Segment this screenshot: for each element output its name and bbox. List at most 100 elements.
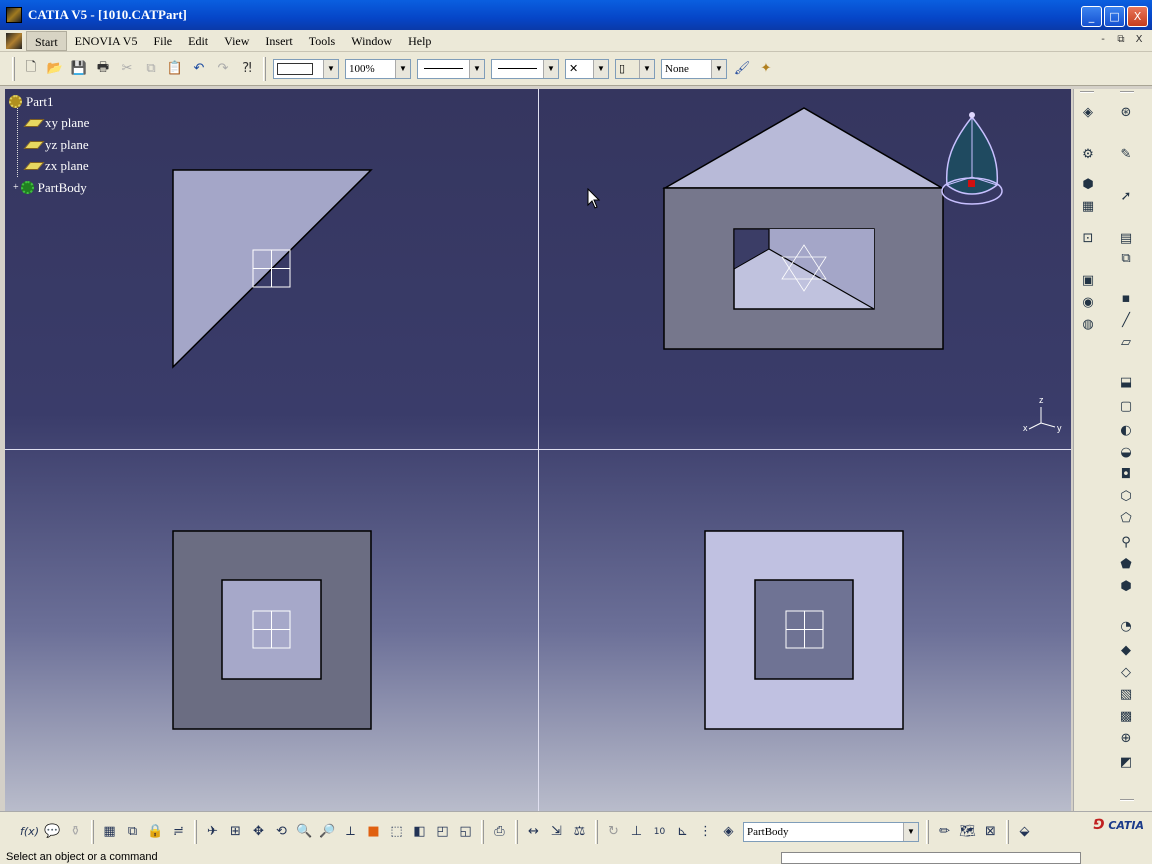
menu-window[interactable]: Window: [343, 31, 400, 51]
pad-icon[interactable]: ⬓: [1117, 373, 1135, 391]
doc-minimize-button[interactable]: -: [1096, 33, 1110, 47]
copy-paste-icon[interactable]: ⧉: [1117, 249, 1135, 267]
close-button[interactable]: X: [1127, 6, 1148, 27]
update-icon[interactable]: ↻: [604, 822, 624, 842]
undo-icon[interactable]: ↶: [189, 59, 209, 79]
rib-icon[interactable]: ⬡: [1117, 487, 1135, 505]
slot-icon[interactable]: ⬠: [1117, 509, 1135, 527]
point-icon[interactable]: ▪: [1117, 289, 1135, 307]
equation-icon[interactable]: ≓: [169, 822, 189, 842]
transparency-combo[interactable]: 100% ▼: [345, 58, 411, 79]
formula-icon[interactable]: f(x): [20, 822, 40, 842]
sketch-icon[interactable]: ◈: [1079, 103, 1097, 121]
point-symbol-combo[interactable]: ✕ ▼: [565, 58, 609, 79]
cut-icon[interactable]: ✂: [117, 59, 137, 79]
pocket-icon[interactable]: ▢: [1117, 397, 1135, 415]
swap-space-icon[interactable]: ◱: [456, 822, 476, 842]
measure-icon[interactable]: ◍: [1079, 315, 1097, 333]
redo-icon[interactable]: ↷: [213, 59, 233, 79]
chevron-down-icon[interactable]: ▼: [469, 59, 484, 78]
maximize-button[interactable]: □: [1104, 6, 1125, 27]
parameters-icon[interactable]: ⚙: [1079, 145, 1097, 163]
constraint-icon[interactable]: ⊾: [673, 822, 693, 842]
render-icon[interactable]: ◉: [1079, 293, 1097, 311]
grid-icon[interactable]: ▤: [1117, 229, 1135, 247]
loft-icon[interactable]: ⬟: [1117, 555, 1135, 573]
toolbar-grip[interactable]: [263, 56, 266, 81]
compass-icon[interactable]: [937, 107, 1007, 207]
zoom-out-icon[interactable]: 🔎: [318, 822, 338, 842]
pattern-icon[interactable]: ▦: [1079, 197, 1097, 215]
analysis-icon[interactable]: ▣: [1079, 271, 1097, 289]
chevron-down-icon[interactable]: ▼: [711, 59, 726, 78]
toolbar-grip[interactable]: [926, 819, 929, 844]
measure-item-icon[interactable]: ⇲: [547, 822, 567, 842]
linetype-combo[interactable]: ▼: [491, 58, 559, 79]
remove-face-icon[interactable]: ◩: [1117, 753, 1135, 771]
plane-icon[interactable]: ▱: [1117, 333, 1135, 351]
tree-item-yz-plane[interactable]: yz plane: [9, 134, 89, 156]
groove-icon[interactable]: ◒: [1117, 443, 1135, 461]
table-icon[interactable]: ▦: [100, 822, 120, 842]
apply-material-bottom-icon[interactable]: ⬙: [1015, 822, 1035, 842]
shell-icon[interactable]: ▧: [1117, 685, 1135, 703]
chevron-down-icon[interactable]: ▼: [903, 822, 918, 841]
color-combo[interactable]: ▼: [273, 58, 339, 79]
lock-icon[interactable]: 🔒: [146, 822, 166, 842]
menu-file[interactable]: File: [145, 31, 180, 51]
measure-between-icon[interactable]: ↔: [524, 822, 544, 842]
window-titlebar[interactable]: CATIA V5 - [1010.CATPart] _ □ X: [0, 0, 1152, 30]
tree-item-zx-plane[interactable]: zx plane: [9, 156, 89, 178]
3d-viewport[interactable]: Part1 xy plane yz plane zx plane + PartB…: [5, 89, 1071, 811]
analysis-tools-icon[interactable]: ⊠: [981, 822, 1001, 842]
linewidth-combo[interactable]: ▼: [417, 58, 485, 79]
remove-loft-icon[interactable]: ⬢: [1117, 577, 1135, 595]
doc-close-button[interactable]: X: [1132, 33, 1146, 47]
doc-restore-button[interactable]: ⧉: [1114, 33, 1128, 47]
tree-root[interactable]: Part1: [9, 91, 89, 113]
chevron-down-icon[interactable]: ▼: [639, 59, 654, 78]
line-icon[interactable]: ╱: [1117, 311, 1135, 329]
toolbar-grip[interactable]: [481, 819, 484, 844]
toolbar-grip[interactable]: [1006, 819, 1009, 844]
sketcher-icon[interactable]: ⊛: [1117, 103, 1135, 121]
hierarchy-icon[interactable]: ⧉: [123, 822, 143, 842]
stiffener-icon[interactable]: ⚲: [1117, 533, 1135, 551]
map-icon[interactable]: 🗺: [958, 822, 978, 842]
chevron-down-icon[interactable]: ▼: [323, 59, 338, 78]
toolbar-grip[interactable]: [91, 819, 94, 844]
chevron-down-icon[interactable]: ▼: [593, 59, 608, 78]
select-icon[interactable]: ➚: [1117, 187, 1135, 205]
work-object-icon[interactable]: ◈: [719, 822, 739, 842]
chevron-down-icon[interactable]: ▼: [395, 59, 410, 78]
chevron-down-icon[interactable]: ▼: [543, 59, 558, 78]
catalog-icon[interactable]: ⎙: [490, 822, 510, 842]
fillet-icon[interactable]: ◔: [1117, 617, 1135, 635]
roof-face[interactable]: [662, 107, 945, 189]
tree-item-xy-plane[interactable]: xy plane: [9, 113, 89, 135]
fit-all-icon[interactable]: ⊡: [1079, 229, 1097, 247]
paste-icon[interactable]: 📋: [165, 59, 185, 79]
rotate-icon[interactable]: ⟲: [272, 822, 292, 842]
document-icon[interactable]: [6, 32, 22, 49]
toolbar-grip[interactable]: [595, 819, 598, 844]
normal-view-icon[interactable]: ⟂: [341, 822, 361, 842]
zoom-in-icon[interactable]: 🔍: [295, 822, 315, 842]
pan-icon[interactable]: ✥: [249, 822, 269, 842]
shaft-icon[interactable]: ◐: [1117, 421, 1135, 439]
define-in-work-object-icon[interactable]: ⋮: [696, 822, 716, 842]
current-body-select[interactable]: PartBody ▼: [743, 821, 919, 842]
painter-icon[interactable]: 🖌: [732, 59, 752, 79]
save-icon[interactable]: 💾: [69, 59, 89, 79]
positioned-sketch-icon[interactable]: ✎: [1117, 145, 1135, 163]
sketch-tools-icon[interactable]: ✏: [935, 822, 955, 842]
print-icon[interactable]: 🖶: [93, 59, 113, 79]
power-input-field[interactable]: [781, 852, 1081, 864]
menu-insert[interactable]: Insert: [257, 31, 300, 51]
toolbar-grip[interactable]: [515, 819, 518, 844]
layer-combo[interactable]: None ▼: [661, 58, 727, 79]
chamfer-icon[interactable]: ◆: [1117, 641, 1135, 659]
draft-icon[interactable]: ◇: [1117, 663, 1135, 681]
open-folder-icon[interactable]: 📂: [45, 59, 65, 79]
copy-icon[interactable]: ⧉: [141, 59, 161, 79]
